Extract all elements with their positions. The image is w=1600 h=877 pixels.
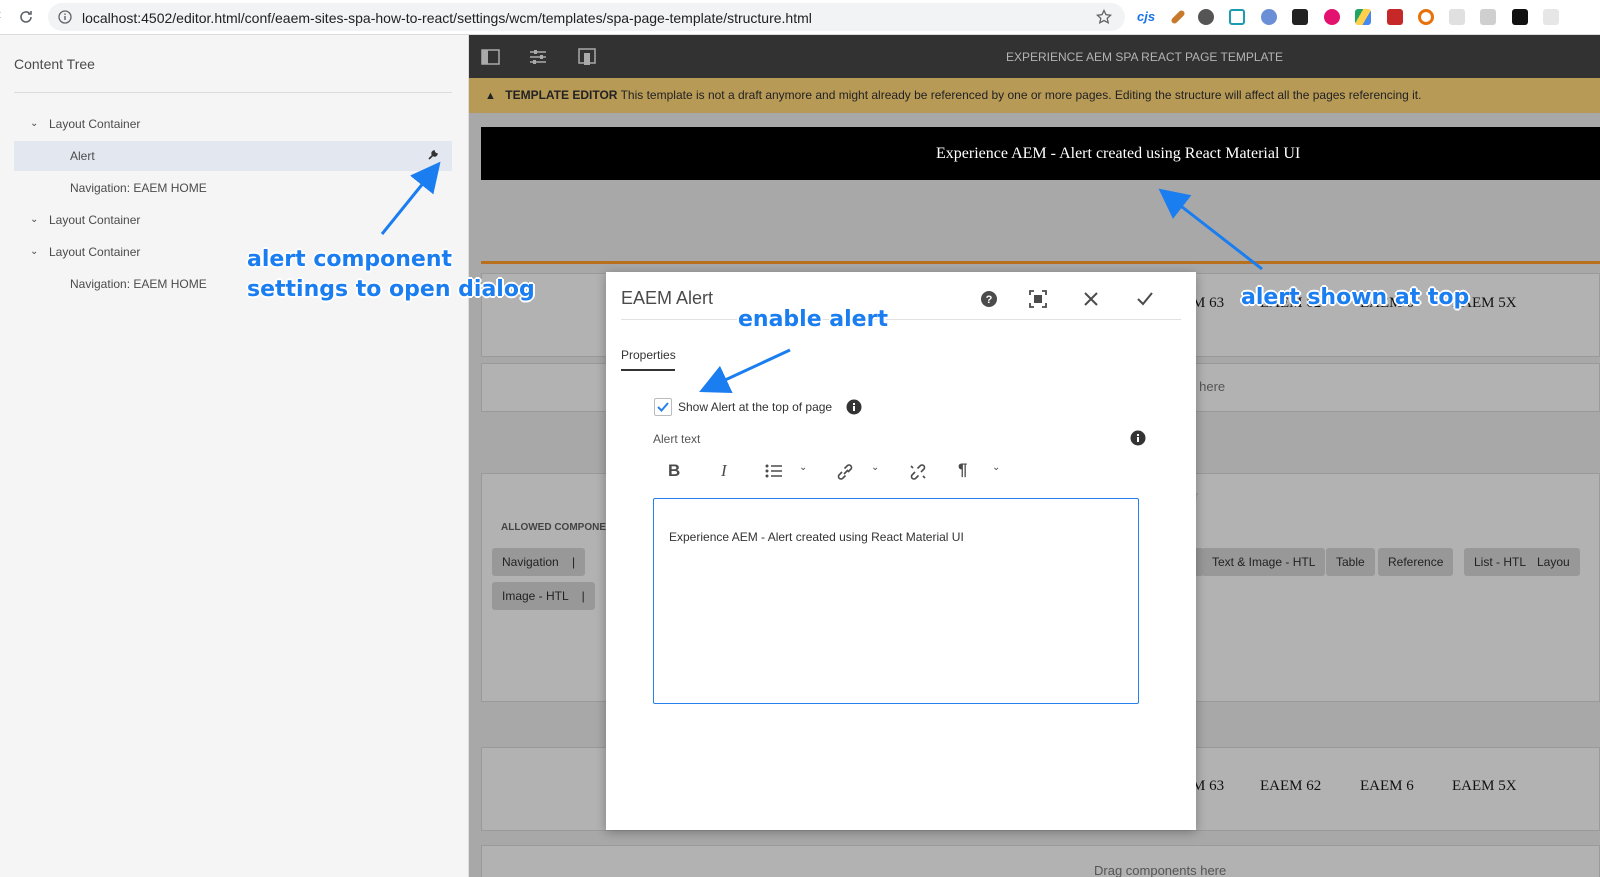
arrow-to-alert	[1158, 188, 1263, 271]
annotation-shown: alert shown at top	[1241, 285, 1470, 310]
arrow-to-wrench	[380, 161, 441, 235]
annotation-settings: alert component settings to open dialog	[247, 247, 535, 302]
annotation-enable: enable alert	[738, 307, 888, 332]
arrow-to-checkbox	[699, 348, 791, 394]
annotation-arrows	[380, 161, 1263, 394]
